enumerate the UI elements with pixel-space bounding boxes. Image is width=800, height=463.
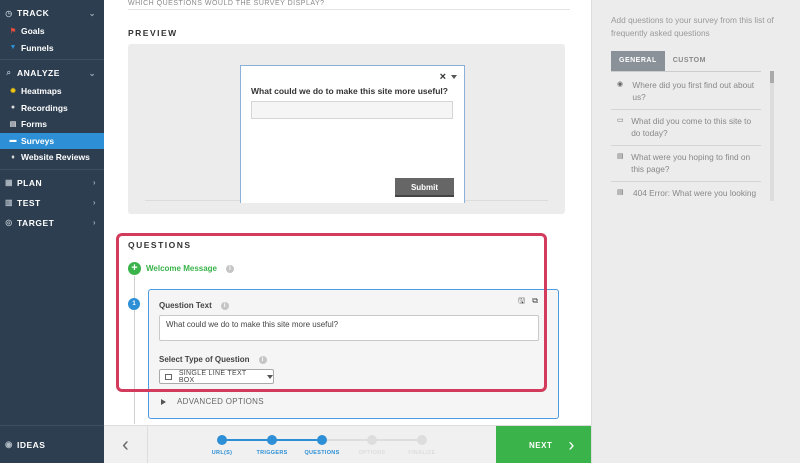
caret-right-icon — [161, 398, 166, 405]
test-icon: ▥ — [4, 198, 14, 207]
list-item[interactable]: ▤ What were you hoping to find on this p… — [611, 146, 761, 182]
question-library-panel: Add questions to your survey from this l… — [591, 0, 800, 463]
survey-widget-preview: × What could we do to make this site mor… — [240, 65, 465, 203]
target-icon: ◎ — [5, 218, 13, 227]
step-dot-urls[interactable] — [217, 435, 227, 445]
survey-icon: ▬ — [9, 137, 17, 145]
wizard-footer: ‹ URL(S) TRIGGERS QUESTIONS OPTIONS FINA… — [104, 425, 591, 463]
scrollbar-thumb[interactable] — [770, 71, 774, 83]
chevron-down-icon: ⌄ — [88, 68, 96, 78]
preview-submit-button[interactable]: Submit — [395, 178, 454, 197]
library-question-list: ◉ Where did you first find out about us?… — [611, 74, 761, 198]
highlight-annotation — [116, 233, 547, 392]
step-label-options: OPTIONS — [358, 450, 386, 456]
step-label-triggers: TRIGGERS — [256, 450, 288, 456]
textbox-icon: ▭ — [617, 117, 624, 124]
chevron-right-icon: › — [92, 218, 96, 227]
plan-icon: ▦ — [4, 178, 14, 187]
tab-custom[interactable]: CUSTOM — [665, 51, 714, 71]
nav-section-test[interactable]: ▥ TEST › — [0, 193, 104, 213]
nav-section-target[interactable]: ◎ TARGET › — [0, 213, 104, 233]
sidebar-item-heatmaps[interactable]: ✹ Heatmaps — [0, 83, 104, 100]
nav-section-track[interactable]: ◷ TRACK ⌄ — [0, 3, 104, 23]
divider — [128, 9, 570, 10]
close-icon[interactable]: × — [440, 71, 446, 83]
scrollbar-track[interactable] — [770, 71, 774, 201]
back-button[interactable]: ‹ — [104, 426, 148, 463]
chevron-right-icon: › — [92, 178, 96, 187]
sidebar-item-forms[interactable]: ▤ Forms — [0, 116, 104, 133]
list-item[interactable]: ◉ Where did you first find out about us? — [611, 74, 761, 110]
textarea-icon: ▤ — [617, 153, 624, 160]
sidebar-item-funnels[interactable]: ▼ Funnels — [0, 40, 104, 57]
sidebar: ◷ TRACK ⌄ ⚑ Goals ▼ Funnels ⌕ ANALYZE ⌄ … — [0, 0, 104, 463]
advanced-options-toggle[interactable]: ADVANCED OPTIONS — [161, 397, 264, 406]
sidebar-item-surveys[interactable]: ▬ Surveys — [0, 132, 104, 149]
flag-icon: ⚑ — [9, 28, 17, 36]
list-item[interactable]: ▤ 404 Error: What were you looking — [611, 182, 761, 198]
section-question: WHICH QUESTIONS WOULD THE SURVEY DISPLAY… — [128, 0, 325, 7]
nav-section-plan[interactable]: ▦ PLAN › — [0, 173, 104, 193]
list-item[interactable]: ▭ What did you come to this site to do t… — [611, 110, 761, 146]
step-label-finalize: FINALIZE — [408, 450, 436, 456]
form-icon: ▤ — [9, 121, 17, 129]
preview-answer-input[interactable] — [251, 101, 453, 119]
chevron-right-icon: › — [568, 434, 575, 455]
library-intro: Add questions to your survey from this l… — [611, 15, 774, 38]
preview-question: What could we do to make this site more … — [251, 86, 448, 96]
sidebar-ideas[interactable]: ◉ IDEAS — [0, 425, 104, 463]
step-dot-finalize[interactable] — [417, 435, 427, 445]
chevron-down-icon: ⌄ — [88, 8, 96, 18]
caret-down-icon[interactable] — [451, 75, 457, 79]
divider — [611, 71, 761, 72]
clock-icon: ◷ — [5, 8, 13, 18]
textarea-icon: ▤ — [617, 189, 624, 196]
divider — [0, 168, 104, 170]
tab-general[interactable]: GENERAL — [611, 51, 665, 71]
chevron-right-icon: › — [92, 198, 96, 207]
step-dot-questions[interactable] — [317, 435, 327, 445]
recording-icon: ● — [10, 104, 16, 112]
library-tabs: GENERAL CUSTOM — [611, 51, 714, 71]
radio-icon: ◉ — [617, 81, 624, 88]
lightbulb-icon: ◉ — [5, 439, 13, 449]
sidebar-item-goals[interactable]: ⚑ Goals — [0, 23, 104, 40]
divider — [0, 59, 104, 60]
sidebar-item-website-reviews[interactable]: ♦ Website Reviews — [0, 149, 104, 166]
funnel-icon: ▼ — [9, 44, 17, 52]
preview-panel: × What could we do to make this site mor… — [128, 44, 565, 214]
nav-section-analyze[interactable]: ⌕ ANALYZE ⌄ — [0, 63, 104, 83]
next-button[interactable]: NEXT › — [496, 426, 591, 463]
step-label-urls: URL(S) — [211, 450, 233, 456]
step-dot-options[interactable] — [367, 435, 377, 445]
main-content: WHICH QUESTIONS WOULD THE SURVEY DISPLAY… — [104, 0, 591, 463]
step-label-questions: QUESTIONS — [304, 450, 340, 456]
magnifier-icon: ⌕ — [6, 68, 12, 77]
preview-label: PREVIEW — [128, 28, 178, 38]
step-dot-triggers[interactable] — [267, 435, 277, 445]
thumbs-up-icon: ♦ — [11, 153, 15, 161]
sidebar-item-recordings[interactable]: ● Recordings — [0, 100, 104, 117]
heatmap-icon: ✹ — [10, 88, 16, 96]
